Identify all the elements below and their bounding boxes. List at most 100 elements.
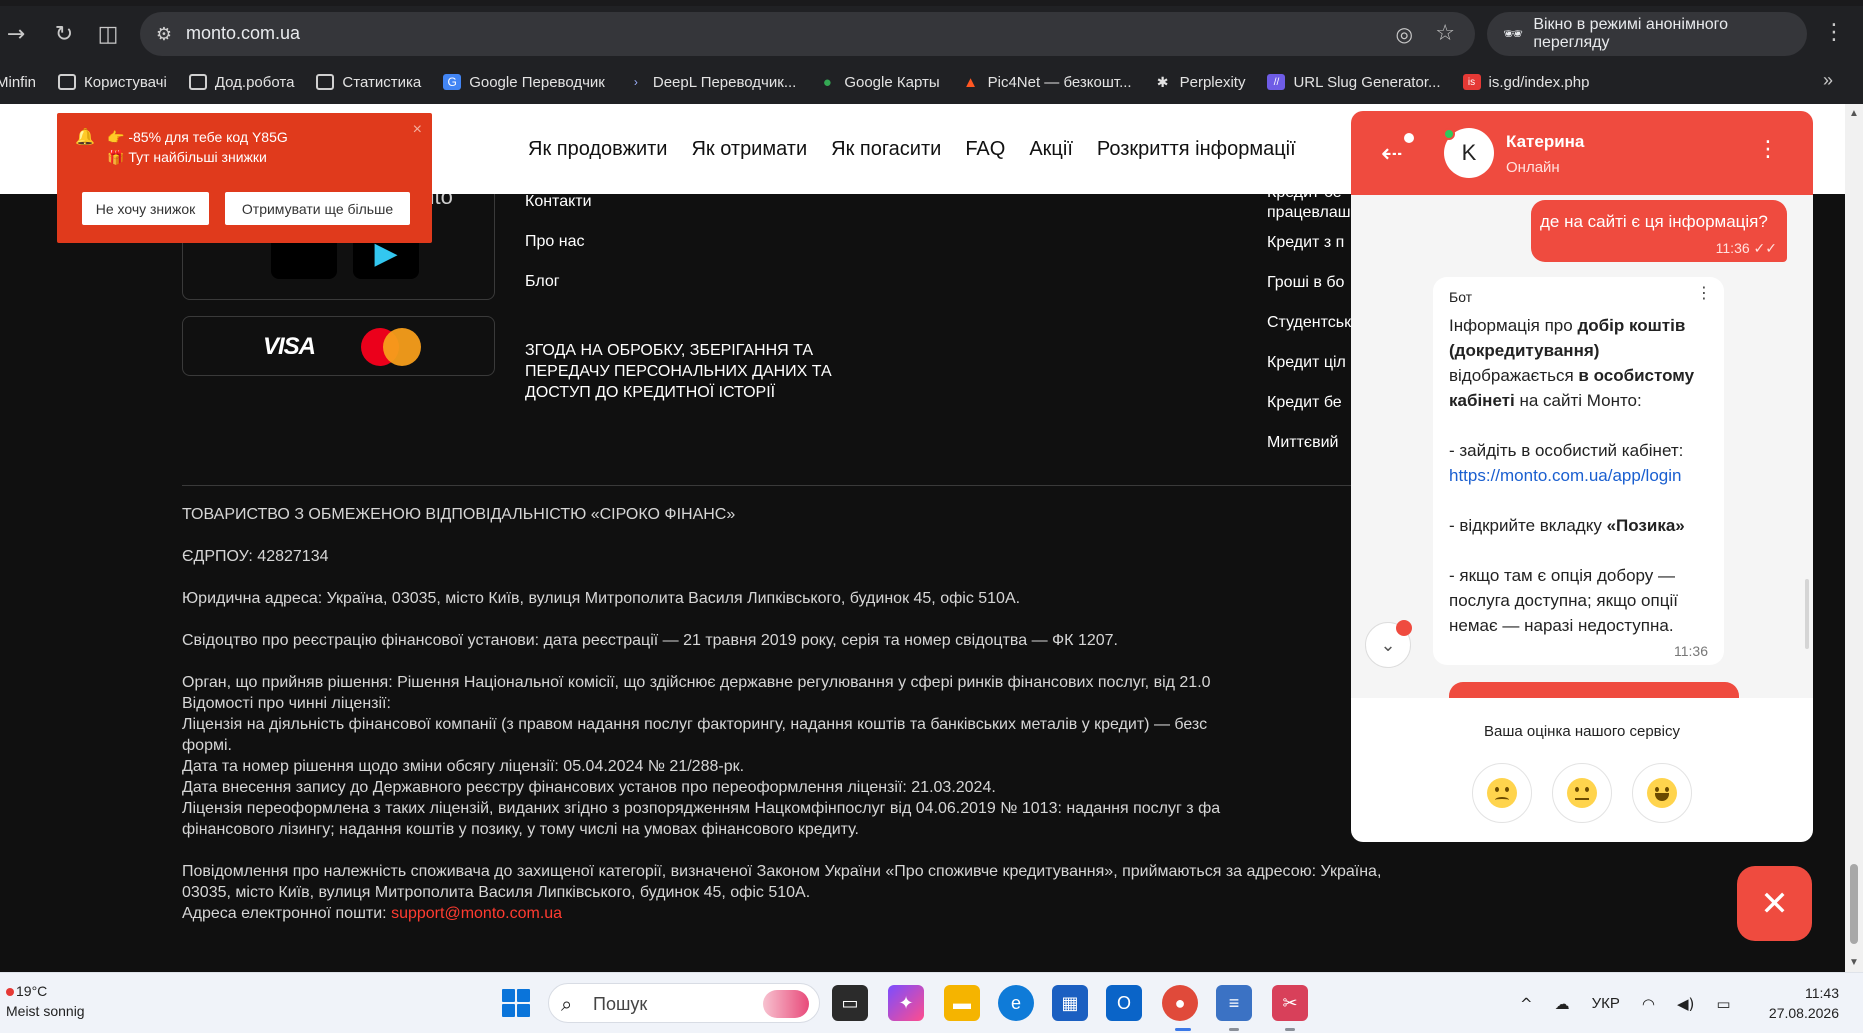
volume-icon[interactable]: ◀) <box>1677 995 1694 1013</box>
forward-icon[interactable]: → <box>0 18 32 50</box>
scroll-down-arrow-icon[interactable]: ▼ <box>1849 957 1859 968</box>
footer-right-link[interactable]: Кредит бе <box>1267 394 1352 412</box>
footer-right-link[interactable]: Миттєвий <box>1267 434 1352 452</box>
clock-time: 11:43 <box>1805 985 1839 1001</box>
user-message-time: 11:36 ✓✓ <box>1716 240 1777 257</box>
file-explorer-icon[interactable]: ▬ <box>944 985 980 1021</box>
m365-copilot-icon[interactable]: ✦ <box>888 985 924 1021</box>
weather-widget[interactable]: 19°C Meist sonnig <box>6 981 85 1021</box>
incognito-indicator[interactable]: 🕶 Вікно в режимі анонімного перегляду <box>1487 12 1807 56</box>
wifi-icon[interactable]: ◠ <box>1642 995 1655 1013</box>
nav-link-extend[interactable]: Як продовжити <box>528 138 667 161</box>
deepl-icon: › <box>633 75 638 89</box>
snipping-running-indicator <box>1285 1028 1295 1031</box>
incognito-label: Вікно в режимі анонімного перегляду <box>1533 16 1729 51</box>
bookmark-pic4net[interactable]: ▲ Pic4Net — безкошт... <box>962 74 1131 91</box>
bookmark-google-maps[interactable]: ● Google Карты <box>818 73 940 91</box>
footer-link-blog[interactable]: Блог <box>525 273 560 291</box>
bell-icon: 🔔 <box>75 129 95 146</box>
page-scrollbar[interactable]: ▲ ▼ <box>1845 104 1863 972</box>
rating-sad-button[interactable] <box>1472 763 1532 823</box>
bookmark-isgd[interactable]: is is.gd/index.php <box>1462 74 1589 91</box>
address-bar[interactable]: ⚙ monto.com.ua ◎ ☆ <box>140 12 1475 56</box>
bookmark-label: Статистика <box>342 73 422 91</box>
footer-right-link[interactable]: Гроші в бо <box>1267 274 1352 292</box>
task-view-icon[interactable]: ▭ <box>832 985 868 1021</box>
scrollbar-thumb[interactable] <box>1850 864 1858 944</box>
legal-decision: Дата та номер рішення щодо зміни обсягу … <box>182 758 745 775</box>
nav-link-promotions[interactable]: Акції <box>1029 138 1073 161</box>
url-text[interactable]: monto.com.ua <box>186 23 300 44</box>
support-email-link[interactable]: support@monto.com.ua <box>391 905 562 922</box>
promo-accept-button[interactable]: Отримувати ще більше <box>225 192 410 225</box>
bot-text-part: - зайдіть в особистий кабінет: <box>1449 441 1684 460</box>
promo-line-sales: 🎁 Тут найбільші знижки <box>107 149 267 165</box>
footer-right-link[interactable]: Кредит з п <box>1267 234 1352 252</box>
rating-happy-button[interactable] <box>1632 763 1692 823</box>
tracking-blocked-icon[interactable]: ◎ <box>1396 22 1413 47</box>
bookmark-folder-users[interactable]: Користувачі <box>58 74 167 91</box>
outlook-icon[interactable]: O <box>1106 985 1142 1021</box>
bookmark-label: Користувачі <box>84 73 167 91</box>
nav-link-faq[interactable]: FAQ <box>965 138 1005 161</box>
input-language[interactable]: УКР <box>1592 995 1620 1012</box>
notepad-icon[interactable]: ≡ <box>1216 985 1252 1021</box>
maps-pin-icon: ● <box>822 73 832 91</box>
folder-icon <box>188 74 207 90</box>
bookmark-label: URL Slug Generator... <box>1293 73 1441 91</box>
split-view-icon[interactable]: ◫ <box>92 18 124 50</box>
browser-menu-icon[interactable]: ⋮ <box>1823 20 1845 45</box>
footer-right-link[interactable]: Кредит ціл <box>1267 354 1352 372</box>
edge-browser-icon[interactable]: e <box>998 985 1034 1021</box>
footer-link-contacts[interactable]: Контакти <box>525 193 592 211</box>
onedrive-icon[interactable]: ☁ <box>1555 995 1570 1013</box>
legal-certificate: Свідоцтво про реєстрацію фінансової уста… <box>182 632 1118 649</box>
bookmarks-overflow-icon[interactable]: » <box>1823 70 1833 91</box>
footer-right-link[interactable]: працевлаш <box>1267 204 1352 222</box>
read-checkmarks-icon: ✓✓ <box>1753 240 1777 256</box>
bookmark-google-translate[interactable]: G Google Переводчик <box>443 74 605 91</box>
nav-link-get[interactable]: Як отримати <box>691 138 807 161</box>
taskbar-search[interactable]: ⌕ Пошук <box>548 983 820 1023</box>
bookmark-star-icon[interactable]: ☆ <box>1435 20 1455 46</box>
rating-neutral-button[interactable] <box>1552 763 1612 823</box>
bot-message-time: 11:36 <box>1674 643 1708 659</box>
battery-icon[interactable]: ▭ <box>1716 995 1730 1013</box>
snipping-tool-icon[interactable]: ✂ <box>1272 985 1308 1021</box>
bookmark-url-slug[interactable]: // URL Slug Generator... <box>1267 73 1441 91</box>
scroll-up-arrow-icon[interactable]: ▲ <box>1849 108 1859 119</box>
reload-icon[interactable]: ↻ <box>48 18 80 50</box>
footer-link-about[interactable]: Про нас <box>525 233 584 251</box>
footer-right-link[interactable]: Студентськ <box>1267 314 1352 332</box>
windows-taskbar: 19°C Meist sonnig ⌕ Пошук ▭ ✦ ▬ e ▦ O ● … <box>0 972 1863 1033</box>
promo-decline-button[interactable]: Не хочу знижок <box>82 192 209 225</box>
chat-menu-icon[interactable]: ⋮ <box>1757 137 1779 162</box>
slug-icon: // <box>1267 74 1286 90</box>
promo-close-icon[interactable]: × <box>413 121 422 139</box>
chat-close-button[interactable]: ✕ <box>1737 866 1812 941</box>
legal-email-label: Адреса електронної пошти: <box>182 905 392 922</box>
online-status-dot <box>1443 128 1455 140</box>
site-settings-icon[interactable]: ⚙ <box>152 22 176 46</box>
chat-messages[interactable]: де на сайті є ця інформація? 11:36 ✓✓ Бо… <box>1351 195 1813 698</box>
taskbar-clock[interactable]: 11:43 27.08.2026 <box>1769 983 1839 1023</box>
bookmark-minfin[interactable]: Minfin <box>0 74 36 91</box>
legal-email-row: Адреса електронної пошти: support@monto.… <box>182 903 562 924</box>
windows-start-icon[interactable] <box>502 989 530 1017</box>
footer-link-consent[interactable]: ЗГОДА НА ОБРОБКУ, ЗБЕРІГАННЯ ТА ПЕРЕДАЧУ… <box>525 340 885 403</box>
chrome-icon[interactable]: ● <box>1162 985 1198 1021</box>
message-options-icon[interactable]: ⋮ <box>1696 283 1712 302</box>
login-link[interactable]: https://monto.com.ua/app/login <box>1449 466 1681 485</box>
bookmark-perplexity[interactable]: ✱ Perplexity <box>1154 74 1246 91</box>
nav-link-repay[interactable]: Як погасити <box>831 138 941 161</box>
chevron-up-icon[interactable]: ^ <box>1520 995 1533 1013</box>
agent-status: Онлайн <box>1506 159 1560 176</box>
temperature: 19°C <box>16 983 48 999</box>
nav-link-disclosure[interactable]: Розкриття інформації <box>1097 138 1296 161</box>
chat-back-icon[interactable]: ⇠ <box>1381 139 1403 169</box>
chat-scrollbar[interactable] <box>1805 579 1809 649</box>
microsoft-store-icon[interactable]: ▦ <box>1052 985 1088 1021</box>
bookmark-folder-statistics[interactable]: Статистика <box>316 74 421 91</box>
bookmark-deepl[interactable]: › DeepL Переводчик... <box>627 74 796 91</box>
bookmark-folder-extra-work[interactable]: Дод.робота <box>188 74 294 91</box>
